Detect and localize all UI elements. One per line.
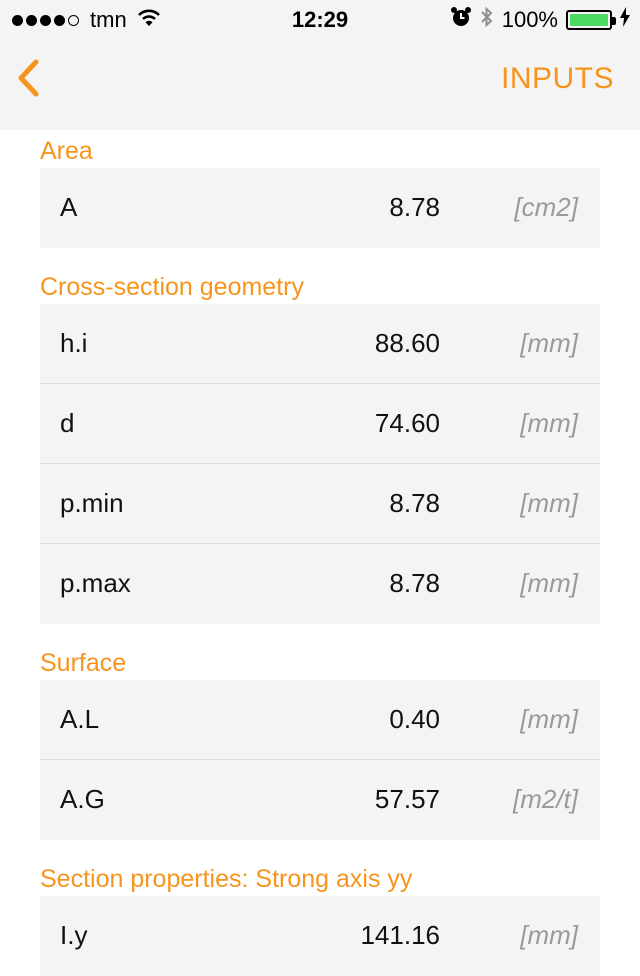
row-label: A.G xyxy=(60,784,105,814)
input-row-i-y[interactable]: I.y 141.16 [mm] xyxy=(40,896,600,976)
row-label: p.min xyxy=(60,488,124,518)
input-row-a-g[interactable]: A.G 57.57 [m2/t] xyxy=(40,760,600,840)
bluetooth-icon xyxy=(480,6,494,34)
row-value: 57.57 xyxy=(374,784,440,814)
section-area: Area A 8.78 [cm2] xyxy=(40,130,600,248)
row-label: A.L xyxy=(60,704,100,734)
row-label: h.i xyxy=(60,328,88,358)
status-bar: tmn 12:29 100% xyxy=(0,0,640,40)
section-group: I.y 141.16 [mm] xyxy=(40,896,600,976)
row-label: p.max xyxy=(60,568,131,598)
row-value: 0.40 xyxy=(389,704,440,734)
battery-level xyxy=(570,14,608,26)
row-unit: [mm] xyxy=(520,704,578,734)
row-value: 74.60 xyxy=(374,408,440,438)
section-title: Cross-section geometry xyxy=(40,273,304,301)
row-unit: [mm] xyxy=(520,488,578,518)
row-label: d xyxy=(60,408,75,438)
row-value: 88.60 xyxy=(374,328,440,358)
battery-tip xyxy=(612,17,616,25)
section-cross-section-geometry: Cross-section geometry h.i 88.60 [mm] d … xyxy=(40,266,600,624)
navigation-bar: INPUTS xyxy=(0,40,640,130)
row-value: 8.78 xyxy=(389,192,440,222)
row-value: 8.78 xyxy=(389,488,440,518)
section-strong-axis: Section properties: Strong axis yy I.y 1… xyxy=(40,858,600,976)
input-row-d[interactable]: d 74.60 [mm] xyxy=(40,384,600,464)
back-button[interactable] xyxy=(14,58,42,103)
row-unit: [mm] xyxy=(520,568,578,598)
battery-icon xyxy=(566,10,616,30)
input-row-a[interactable]: A 8.78 [cm2] xyxy=(40,168,600,248)
row-unit: [cm2] xyxy=(514,192,578,222)
section-group: A 8.78 [cm2] xyxy=(40,168,600,248)
input-row-h-i[interactable]: h.i 88.60 [mm] xyxy=(40,304,600,384)
section-title: Area xyxy=(40,137,93,165)
row-value: 8.78 xyxy=(389,568,440,598)
page-title: INPUTS xyxy=(500,62,614,95)
alarm-icon xyxy=(450,6,472,34)
row-value: 141.16 xyxy=(360,920,440,950)
row-unit: [mm] xyxy=(520,328,578,358)
section-surface: Surface A.L 0.40 [mm] A.G 57.57 [m2/t] xyxy=(40,642,600,840)
row-unit: [mm] xyxy=(520,408,578,438)
row-unit: [mm] xyxy=(520,920,578,950)
input-row-a-l[interactable]: A.L 0.40 [mm] xyxy=(40,680,600,760)
row-label: I.y xyxy=(60,920,88,950)
section-title: Surface xyxy=(40,649,127,677)
section-title: Section properties: Strong axis yy xyxy=(40,865,413,893)
input-row-p-max[interactable]: p.max 8.78 [mm] xyxy=(40,544,600,624)
inputs-list: Area A 8.78 [cm2] Cross-section geometry… xyxy=(40,130,600,976)
chevron-left-icon xyxy=(14,59,42,102)
section-group: h.i 88.60 [mm] d 74.60 [mm] p.min 8.78 [… xyxy=(40,304,600,624)
battery-percent: 100% xyxy=(501,7,558,32)
section-group: A.L 0.40 [mm] A.G 57.57 [m2/t] xyxy=(40,680,600,840)
status-right: 100% xyxy=(442,6,630,34)
input-row-p-min[interactable]: p.min 8.78 [mm] xyxy=(40,464,600,544)
charging-bolt-icon xyxy=(620,7,630,33)
row-unit: [m2/t] xyxy=(512,784,578,814)
row-label: A xyxy=(60,192,78,222)
